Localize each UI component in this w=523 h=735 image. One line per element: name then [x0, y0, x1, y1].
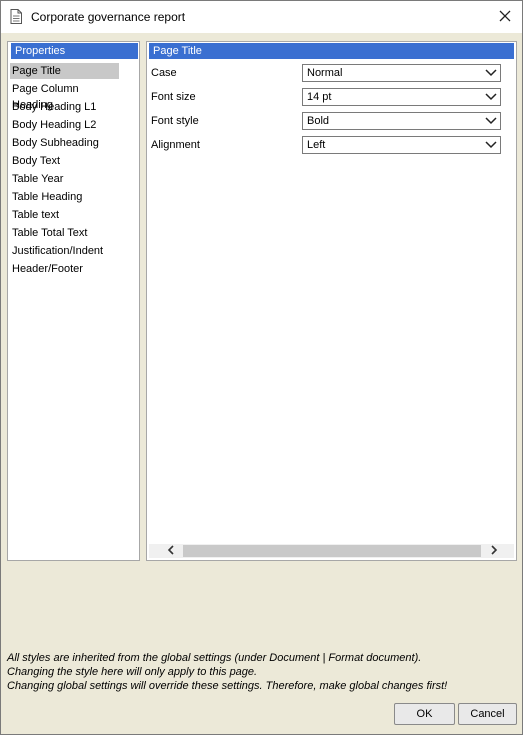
font-style-value: Bold	[307, 115, 330, 127]
document-icon	[10, 9, 22, 24]
scroll-thumb[interactable]	[183, 545, 481, 557]
close-icon	[499, 10, 511, 25]
info-notes: All styles are inherited from the global…	[7, 651, 447, 693]
chevron-down-icon	[485, 92, 497, 102]
case-value: Normal	[307, 67, 343, 79]
title-bar: Corporate governance report	[1, 1, 522, 33]
note-line: All styles are inherited from the global…	[7, 652, 422, 664]
horizontal-scrollbar[interactable]	[149, 544, 514, 558]
chevron-right-icon	[490, 544, 498, 558]
property-item-table-year[interactable]: Table Year	[10, 171, 119, 187]
property-item-header-footer[interactable]: Header/Footer	[10, 261, 119, 277]
chevron-down-icon	[485, 68, 497, 78]
ok-button[interactable]: OK	[394, 703, 455, 725]
note-line: Changing global settings will override t…	[7, 680, 448, 692]
property-item-table-text[interactable]: Table text	[10, 207, 119, 223]
font-style-label: Font style	[151, 115, 199, 127]
property-item-body-subheading[interactable]: Body Subheading	[10, 135, 119, 151]
property-item-body-text[interactable]: Body Text	[10, 153, 119, 169]
property-item-body-heading-l1[interactable]: Body Heading L1	[10, 99, 119, 115]
editor-header: Page Title	[149, 43, 514, 59]
alignment-label: Alignment	[151, 139, 200, 151]
close-button[interactable]	[492, 5, 518, 29]
case-label: Case	[151, 67, 177, 79]
scroll-left-button[interactable]	[161, 544, 181, 558]
chevron-down-icon	[485, 140, 497, 150]
properties-list: Properties Page Title Page Column Headin…	[7, 41, 140, 561]
property-item-table-heading[interactable]: Table Heading	[10, 189, 119, 205]
alignment-value: Left	[307, 139, 326, 151]
chevron-left-icon	[167, 544, 175, 558]
properties-header: Properties	[11, 43, 138, 59]
font-style-select[interactable]: Bold	[302, 112, 501, 130]
property-item-page-title[interactable]: Page Title	[10, 63, 119, 79]
property-editor: Page Title Case Normal Font size 14 pt F…	[146, 41, 517, 561]
property-item-justification-indent[interactable]: Justification/Indent	[10, 243, 119, 259]
alignment-select[interactable]: Left	[302, 136, 501, 154]
font-size-value: 14 pt	[307, 91, 332, 103]
font-size-label: Font size	[151, 91, 196, 103]
chevron-down-icon	[485, 116, 497, 126]
property-item-page-column-heading[interactable]: Page Column Heading	[10, 81, 119, 111]
case-select[interactable]: Normal	[302, 64, 501, 82]
property-item-table-total-text[interactable]: Table Total Text	[10, 225, 119, 241]
scroll-right-button[interactable]	[484, 544, 504, 558]
dialog-window: Corporate governance report Properties P…	[0, 0, 523, 735]
note-line: Changing the style here will only apply …	[7, 666, 258, 678]
cancel-button[interactable]: Cancel	[458, 703, 517, 725]
window-title: Corporate governance report	[31, 10, 186, 24]
property-item-body-heading-l2[interactable]: Body Heading L2	[10, 117, 119, 133]
font-size-select[interactable]: 14 pt	[302, 88, 501, 106]
